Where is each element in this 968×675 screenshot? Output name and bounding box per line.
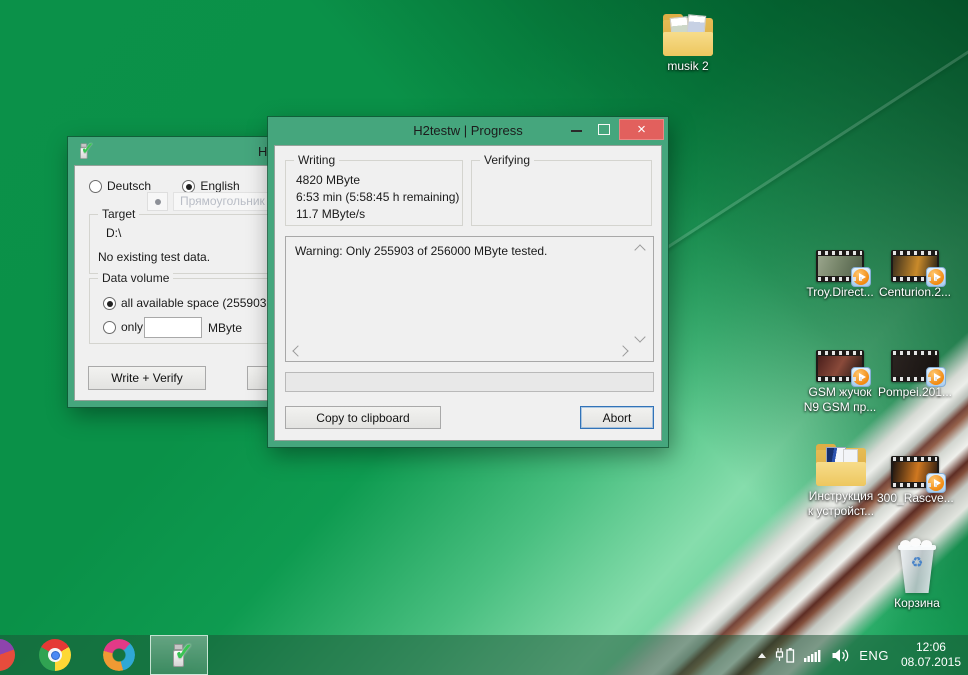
language-radio-group: Deutsch English [89,179,240,193]
progress-client: Writing 4820 MByte 6:53 min (5:58:45 h r… [274,145,662,441]
taskbar-h2testw-button[interactable]: ✓ [150,635,208,675]
abort-button[interactable]: Abort [580,406,654,429]
volume-speaker-icon[interactable] [831,648,850,663]
scroll-right-icon[interactable] [617,345,628,356]
h2testw-app-icon: ✓ [78,142,90,160]
radio-only-label: only [121,320,143,334]
radio-deutsch[interactable] [89,180,102,193]
recycle-bin-icon: ♻ [895,541,939,593]
radio-only[interactable] [103,321,116,334]
desktop-icon-gsm[interactable]: GSM жучок N9 GSM пр... [802,350,878,415]
desktop-icon-centurion[interactable]: Centurion.2... [877,250,953,300]
data-volume-group-label: Data volume [98,271,173,285]
radio-all-space[interactable] [103,297,116,310]
minimize-button[interactable] [571,130,582,132]
taskbar: ✓ [0,635,968,675]
ghost-label: Прямоугольник [173,192,269,211]
desktop-icon-label: Troy.Direct... [802,285,878,300]
verifying-group: Verifying [471,160,652,226]
taskbar-partial-app-icon[interactable] [0,639,15,671]
desktop-icon-label: Корзина [879,596,955,611]
copy-to-clipboard-button[interactable]: Copy to clipboard [285,406,441,429]
log-textarea[interactable]: Warning: Only 255903 of 256000 MByte tes… [285,236,654,362]
desktop-icon-recycle-bin[interactable]: ♻ Корзина [879,541,955,611]
log-warning-text: Warning: Only 255903 of 256000 MByte tes… [295,244,547,258]
taskbar-chrome-icon[interactable] [39,639,71,671]
desktop-icon-troy[interactable]: Troy.Direct... [802,250,878,300]
desktop-icon-musik-2[interactable]: musik 2 [650,14,726,74]
docs-folder-icon [816,444,866,486]
write-verify-button[interactable]: Write + Verify [88,366,206,390]
clock-time: 12:06 [901,640,961,655]
music-folder-icon [663,14,713,56]
only-row: only [103,320,143,334]
desktop-icon-label: Centurion.2... [877,285,953,300]
check-icon: ✓ [81,139,95,159]
target-path: D:\ [106,225,121,242]
writing-group: Writing 4820 MByte 6:53 min (5:58:45 h r… [285,160,463,226]
desktop-icon-label: 300_Rascve... [877,491,953,506]
writing-speed: 11.7 MByte/s [296,206,365,223]
video-file-icon [816,250,864,282]
h2testw-taskbar-icon: ✓ [170,642,188,668]
desktop-icon-label: Инструкция к устройст... [803,489,879,519]
video-file-icon [891,456,939,488]
rectangle-tool-ghost-overlay: Прямоугольник [147,192,269,211]
desktop-icon-label: Pompei.201... [877,385,953,400]
system-tray: ENG 12:06 08.07.2015 [749,635,968,675]
play-badge-icon [926,367,946,387]
radio-deutsch-label: Deutsch [107,179,151,193]
play-badge-icon [851,267,871,287]
desktop-icon-instrukcija[interactable]: Инструкция к устройст... [803,444,879,519]
play-badge-icon [926,267,946,287]
play-badge-icon [926,473,946,493]
writing-group-label: Writing [294,153,339,167]
scroll-left-icon[interactable] [292,345,303,356]
desktop-icon-pompei[interactable]: Pompei.201... [877,350,953,400]
scroll-down-icon[interactable] [634,331,645,342]
show-hidden-icons-chevron[interactable] [758,653,766,658]
check-icon: ✓ [174,638,194,667]
language-indicator[interactable]: ENG [859,648,889,663]
play-badge-icon [851,367,871,387]
writing-mbytes: 4820 MByte [296,172,360,189]
close-icon: × [637,121,646,138]
maximize-button[interactable] [598,124,610,135]
desktop-icon-300[interactable]: 300_Rascve... [877,456,953,506]
verifying-group-label: Verifying [480,153,534,167]
radio-english-label: English [200,179,239,193]
scroll-up-icon[interactable] [634,244,645,255]
desktop-icon-label: musik 2 [650,59,726,74]
clock[interactable]: 12:06 08.07.2015 [901,640,961,670]
recycle-icon: ♻ [895,554,939,571]
video-file-icon [891,350,939,382]
video-file-icon [816,350,864,382]
progress-bar [285,372,654,392]
power-battery-icon[interactable] [775,646,795,664]
desktop: musik 2 Troy.Direct... Centurion.2... GS… [0,0,968,675]
taskbar-zona-icon[interactable] [103,639,135,671]
h2testw-progress-window: H2testw | Progress × Writing 4820 MByte … [268,117,668,447]
target-group-label: Target [98,207,139,221]
mbyte-input[interactable] [144,317,202,338]
clock-date: 08.07.2015 [901,655,961,670]
ghost-bullet-icon [147,192,168,211]
network-signal-icon[interactable] [804,647,822,663]
close-button[interactable]: × [619,119,664,140]
target-status: No existing test data. [98,249,210,266]
writing-time: 6:53 min (5:58:45 h remaining) [296,189,459,206]
mbyte-unit-label: MByte [208,321,242,335]
desktop-icon-label: GSM жучок N9 GSM пр... [802,385,878,415]
progress-titlebar[interactable]: H2testw | Progress × [268,117,668,145]
video-file-icon [891,250,939,282]
